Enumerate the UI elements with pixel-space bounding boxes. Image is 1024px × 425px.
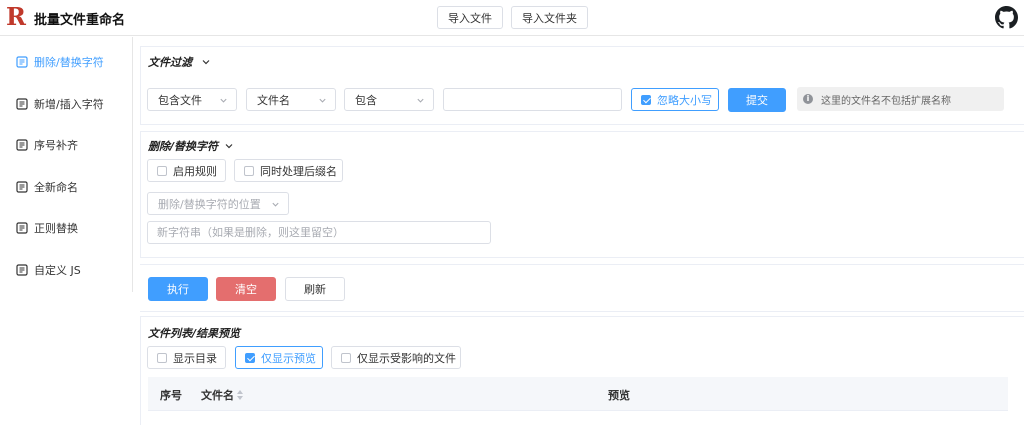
- affected-only-checkbox[interactable]: 仅显示受影响的文件: [331, 346, 461, 369]
- filelist-section-title: 文件列表/结果预览: [148, 327, 241, 340]
- column-header-index: 序号: [160, 389, 182, 402]
- info-icon: i: [803, 94, 813, 104]
- app-logo: R: [6, 2, 26, 31]
- chevron-down-icon: [319, 98, 326, 103]
- execute-button[interactable]: 执行: [148, 277, 208, 301]
- checkbox-label: 仅显示受影响的文件: [357, 351, 456, 365]
- filter-section: [140, 46, 1024, 125]
- checkbox-label: 启用规则: [173, 164, 217, 178]
- chevron-down-icon: [417, 98, 424, 103]
- document-icon: [16, 181, 28, 193]
- column-header-name[interactable]: 文件名: [201, 387, 234, 403]
- filter-text-input[interactable]: [443, 88, 622, 111]
- chevron-down-icon[interactable]: [201, 57, 211, 67]
- process-suffix-checkbox[interactable]: 同时处理后缀名: [234, 159, 343, 182]
- checkbox-label: 同时处理后缀名: [260, 164, 337, 178]
- sidebar-item-label: 新增/插入字符: [34, 98, 104, 111]
- document-icon: [16, 264, 28, 276]
- ignore-case-checkbox[interactable]: 忽略大小写: [631, 88, 719, 111]
- filter-section-title: 文件过滤: [148, 56, 192, 69]
- checkbox-box: [244, 165, 254, 176]
- sidebar-item-add-insert[interactable]: 新增/插入字符: [0, 91, 132, 117]
- checkbox-box: [341, 352, 351, 363]
- position-select[interactable]: 删除/替换字符的位置: [147, 192, 289, 215]
- checkbox-box: [157, 352, 167, 363]
- checkbox-box: [157, 165, 167, 176]
- sidebar-item-label: 自定义 JS: [34, 264, 81, 277]
- sidebar-item-custom-js[interactable]: 自定义 JS: [0, 257, 132, 283]
- sidebar-item-delete-replace[interactable]: 删除/替换字符: [0, 49, 132, 75]
- select-placeholder: 删除/替换字符的位置: [158, 197, 261, 211]
- hint-text: 这里的文件名不包括扩展名称: [821, 95, 951, 107]
- document-icon: [16, 56, 28, 68]
- filter-target-select[interactable]: 文件名: [246, 88, 336, 111]
- checkbox-box: [245, 352, 255, 363]
- sidebar-item-label: 正则替换: [34, 222, 78, 235]
- select-value: 文件名: [257, 93, 290, 107]
- filter-match-select[interactable]: 包含: [344, 88, 434, 111]
- show-dirs-checkbox[interactable]: 显示目录: [147, 346, 226, 369]
- sidebar: 删除/替换字符 新增/插入字符 序号补齐 全新命名 正则替换 自定义 JS: [0, 37, 133, 292]
- document-icon: [16, 222, 28, 234]
- file-table-header: 序号 文件名 预览: [148, 377, 1008, 411]
- select-value: 包含: [355, 93, 377, 107]
- document-icon: [16, 98, 28, 110]
- filter-mode-select[interactable]: 包含文件: [147, 88, 237, 111]
- checkbox-label: 显示目录: [173, 351, 217, 365]
- app-header: R 批量文件重命名 导入文件 导入文件夹: [0, 0, 1024, 36]
- app-title: 批量文件重命名: [34, 13, 126, 28]
- chevron-down-icon: [220, 98, 227, 103]
- refresh-button[interactable]: 刷新: [285, 277, 345, 301]
- sidebar-item-label: 删除/替换字符: [34, 56, 104, 69]
- chevron-down-icon[interactable]: [224, 141, 234, 151]
- sidebar-item-label: 全新命名: [34, 181, 78, 194]
- checkbox-box: [641, 94, 651, 105]
- document-icon: [16, 139, 28, 151]
- sidebar-item-number-pad[interactable]: 序号补齐: [0, 132, 132, 158]
- new-string-input[interactable]: [147, 221, 491, 244]
- chevron-down-icon: [272, 202, 279, 207]
- sidebar-item-label: 序号补齐: [34, 139, 78, 152]
- column-header-preview: 预览: [608, 389, 630, 402]
- github-icon[interactable]: [995, 6, 1018, 29]
- checkbox-label: 仅显示预览: [261, 351, 316, 365]
- sort-icon[interactable]: [236, 389, 244, 401]
- replace-section-title: 删除/替换字符: [148, 140, 219, 153]
- sidebar-item-regex[interactable]: 正则替换: [0, 215, 132, 241]
- enable-rule-checkbox[interactable]: 启用规则: [147, 159, 226, 182]
- checkbox-label: 忽略大小写: [657, 93, 712, 107]
- preview-only-checkbox[interactable]: 仅显示预览: [235, 346, 323, 369]
- clear-button[interactable]: 清空: [216, 277, 276, 301]
- import-folder-button[interactable]: 导入文件夹: [511, 6, 588, 29]
- filter-hint: i 这里的文件名不包括扩展名称: [797, 87, 1004, 111]
- submit-button[interactable]: 提交: [728, 88, 786, 112]
- sidebar-item-new-name[interactable]: 全新命名: [0, 174, 132, 200]
- import-file-button[interactable]: 导入文件: [437, 6, 503, 29]
- select-value: 包含文件: [158, 93, 202, 107]
